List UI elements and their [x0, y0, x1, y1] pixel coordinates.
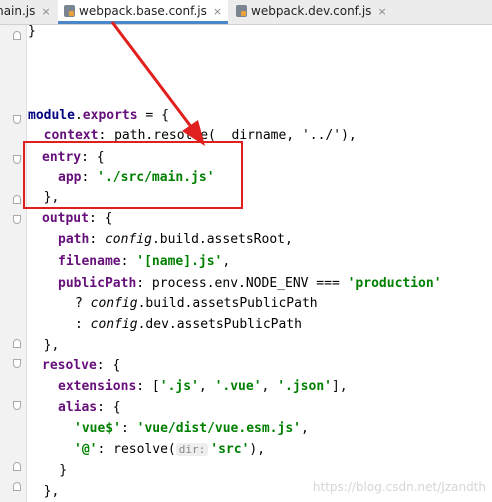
- js-file-icon: [64, 5, 75, 17]
- code-line: path: config.build.assetsRoot,: [58, 232, 293, 247]
- code-line: '@': resolve(dir:'src'),: [74, 442, 266, 457]
- tab-webpack-dev-conf[interactable]: webpack.dev.conf.js ×: [236, 0, 387, 24]
- code-line: },: [28, 484, 60, 499]
- fold-open-icon[interactable]: [13, 401, 21, 410]
- code-line: }: [28, 463, 68, 478]
- tab-webpack-base-conf[interactable]: webpack.base.conf.js ×: [58, 0, 229, 24]
- close-icon[interactable]: ×: [41, 5, 50, 18]
- code-line: : config.dev.assetsPublicPath: [28, 317, 302, 332]
- fold-open-icon[interactable]: [13, 215, 21, 224]
- fold-open-icon[interactable]: [13, 359, 21, 368]
- js-file-icon: [236, 5, 247, 17]
- tab-main-js[interactable]: main.js ×: [0, 0, 51, 24]
- code-line: }: [28, 24, 36, 39]
- code-line: },: [28, 338, 60, 353]
- code-line: module.exports = {: [28, 108, 169, 123]
- code-line: filename: '[name].js',: [58, 254, 231, 269]
- code-line: ? config.build.assetsPublicPath: [28, 296, 318, 311]
- fold-close-icon[interactable]: [13, 31, 21, 40]
- tab-label: webpack.dev.conf.js: [251, 4, 372, 18]
- fold-close-icon[interactable]: [13, 339, 21, 348]
- watermark: https://blog.csdn.net/Jzandth: [312, 480, 486, 494]
- close-icon[interactable]: ×: [213, 5, 222, 18]
- code-line: alias: {: [58, 400, 121, 415]
- fold-open-icon[interactable]: [13, 115, 21, 124]
- tab-label: webpack.base.conf.js: [79, 4, 207, 18]
- fold-close-icon[interactable]: [13, 195, 21, 204]
- code-line: publicPath: process.env.NODE_ENV === 'pr…: [58, 276, 442, 291]
- parameter-hint: dir:: [175, 443, 209, 456]
- fold-open-icon[interactable]: [13, 155, 21, 164]
- editor-gutter: [0, 25, 27, 502]
- code-editor[interactable]: } module.exports = { context: path.resol…: [28, 22, 492, 502]
- tab-label: main.js: [0, 4, 36, 18]
- code-line: output: {: [42, 211, 113, 226]
- code-line: resolve: {: [42, 358, 121, 373]
- code-line: 'vue$': 'vue/dist/vue.esm.js',: [74, 421, 309, 436]
- close-icon[interactable]: ×: [377, 5, 386, 18]
- annotation-box: [23, 141, 243, 209]
- fold-close-icon[interactable]: [13, 462, 21, 471]
- code-line: extensions: ['.js', '.vue', '.json'],: [58, 379, 348, 394]
- fold-close-icon[interactable]: [13, 482, 21, 491]
